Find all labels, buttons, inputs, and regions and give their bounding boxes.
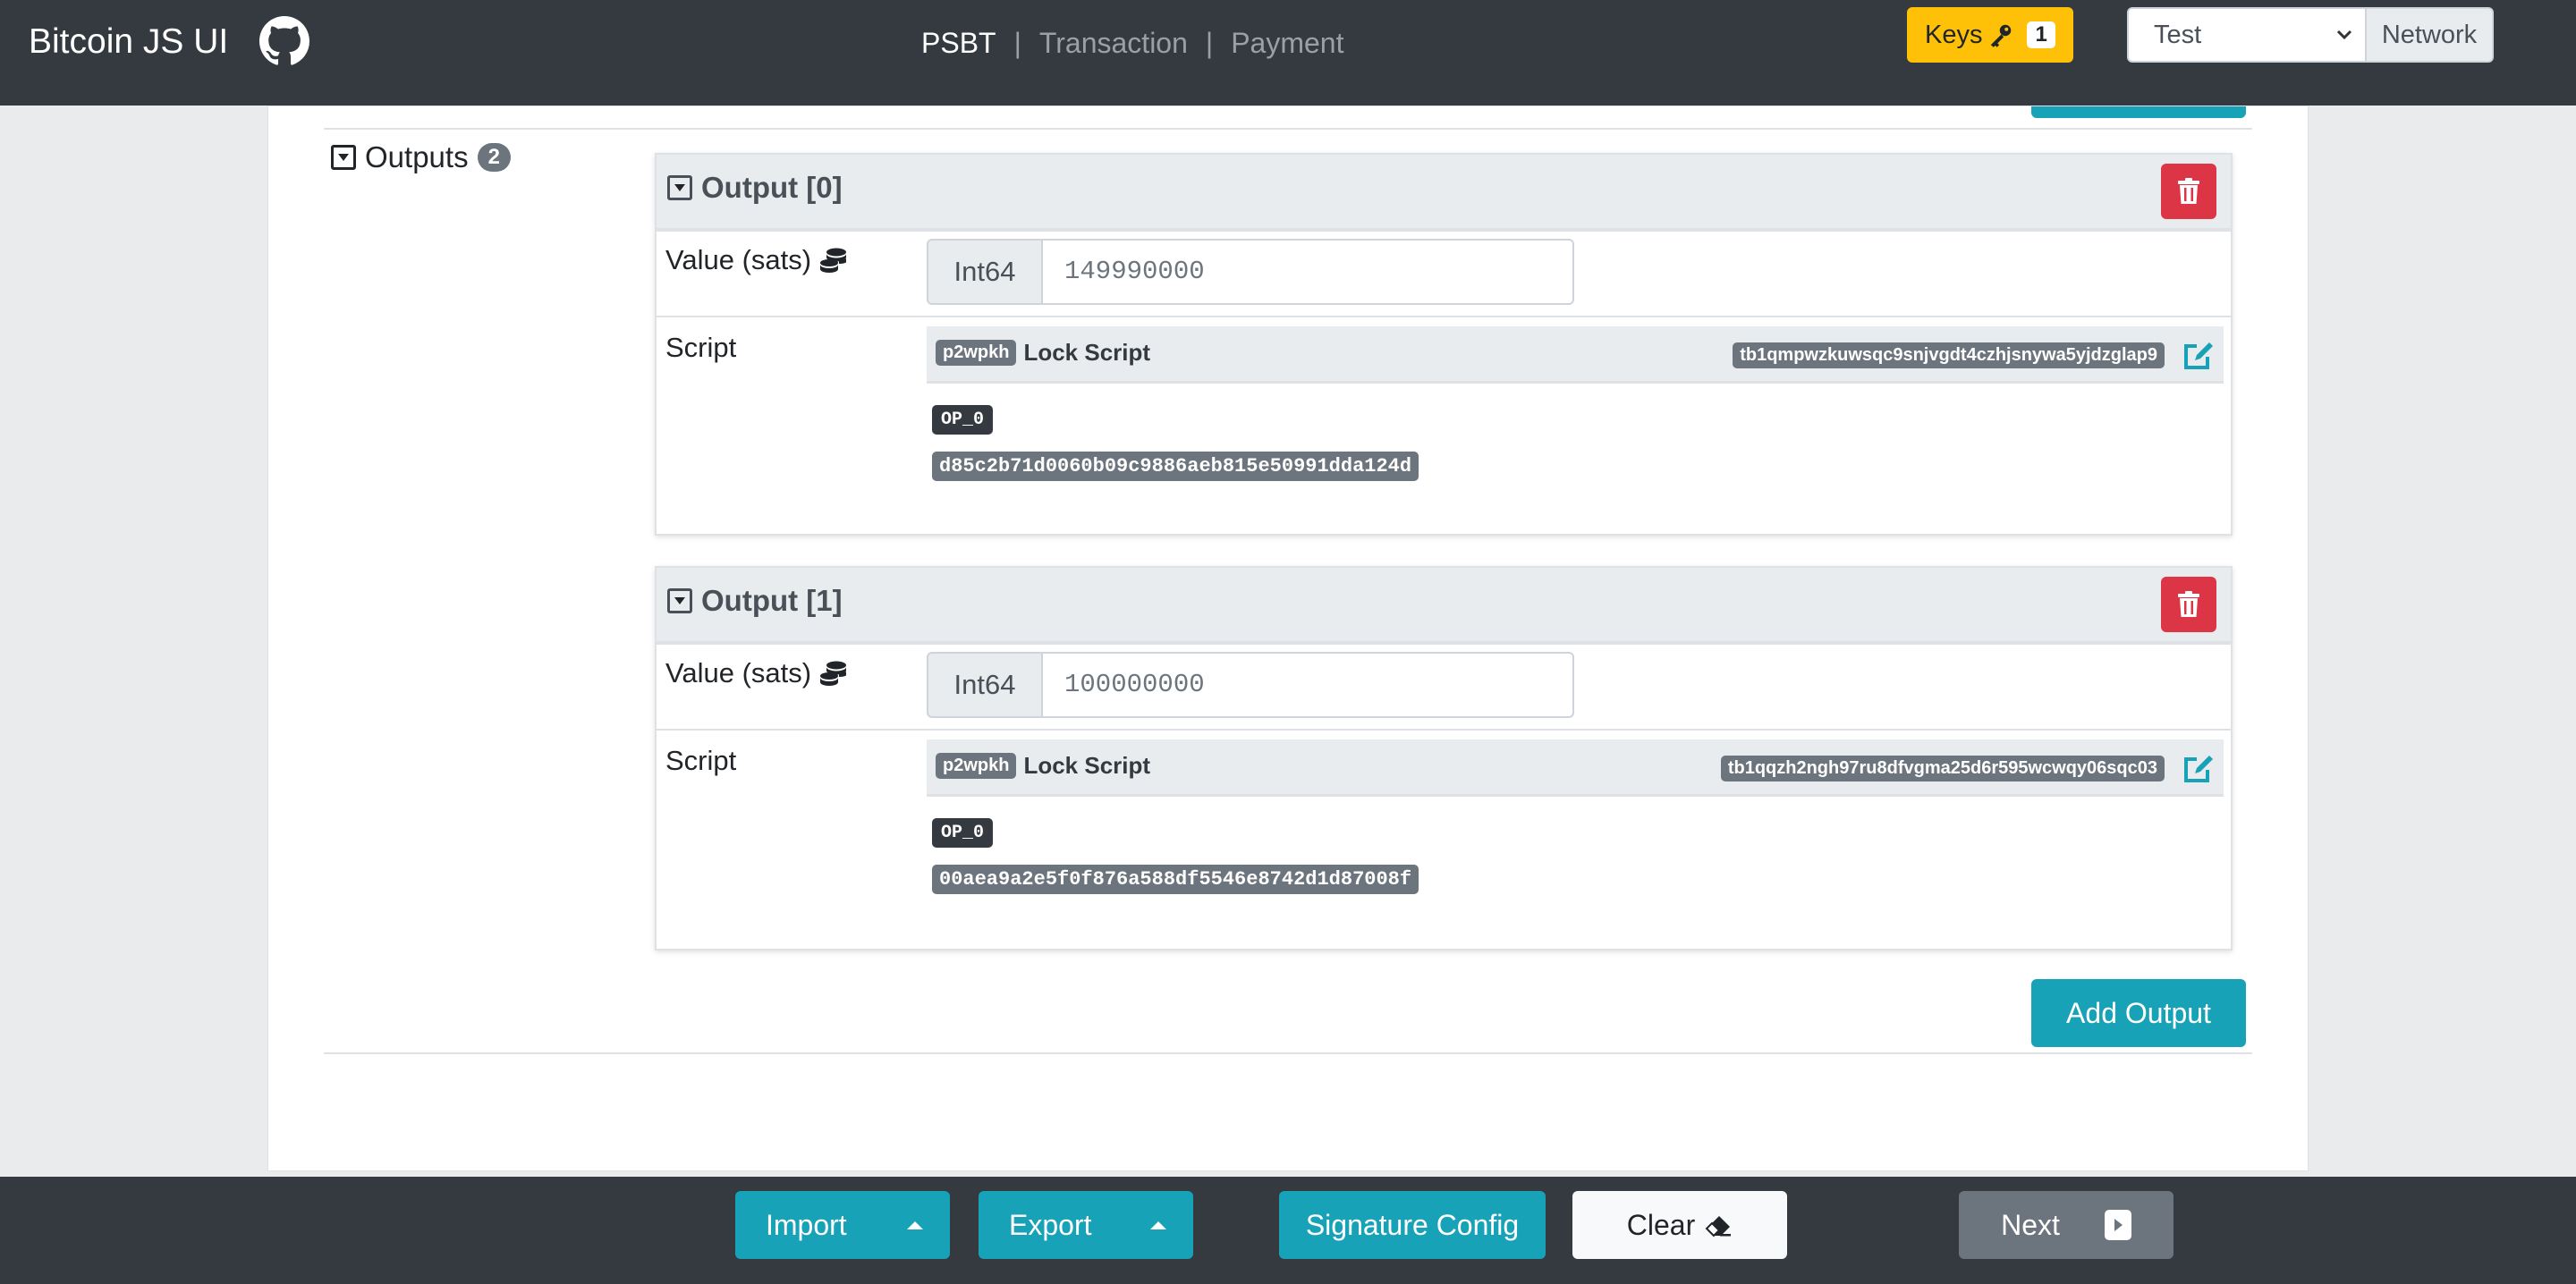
- keys-label: Keys: [1925, 20, 1983, 49]
- caret-up-icon[interactable]: [907, 1221, 923, 1229]
- lock-script-title: p2wpkh Lock Script: [936, 339, 1150, 367]
- next-icon: [2104, 1210, 2131, 1240]
- script-label: Script: [665, 745, 737, 776]
- signature-config-label: Signature Config: [1305, 1208, 1520, 1241]
- export-label: Export: [1009, 1208, 1092, 1241]
- output-header: Output [1]: [657, 568, 2231, 643]
- network-select-value: Test: [2154, 21, 2202, 49]
- network-label: Network: [2365, 7, 2494, 63]
- lock-script-label: Lock Script: [1023, 752, 1151, 779]
- chevron-down-icon: [2336, 30, 2352, 40]
- import-button[interactable]: Import: [735, 1191, 950, 1259]
- script-label: Script: [665, 332, 737, 363]
- script-hex-badge: 00aea9a2e5f0f876a588df5546e8742d1d87008f: [932, 865, 1419, 894]
- delete-output-button[interactable]: [2161, 577, 2216, 632]
- nav-payment[interactable]: Payment: [1213, 23, 1361, 63]
- import-label: Import: [766, 1208, 847, 1241]
- caret-down-square-icon: [331, 145, 356, 170]
- nav-separator: |: [1013, 27, 1021, 59]
- lock-script-label: Lock Script: [1023, 339, 1151, 366]
- caret-down-square-icon: [667, 588, 692, 613]
- value-type-prefix: Int64: [927, 652, 1043, 718]
- coins-icon: [820, 661, 847, 686]
- script-type-badge: p2wpkh: [936, 340, 1017, 366]
- export-button[interactable]: Export: [979, 1191, 1193, 1259]
- output-title: Output [0]: [701, 171, 843, 204]
- outputs-label: Outputs: [365, 140, 469, 173]
- nav-transaction[interactable]: Transaction: [1021, 23, 1206, 63]
- eraser-icon: [1705, 1216, 1732, 1238]
- address-badge: tb1qmpwzkuwsqc9snjvgdt4czhjsnywa5yjdzgla…: [1733, 342, 2165, 368]
- main-nav: PSBT | Transaction | Payment: [921, 23, 1361, 63]
- nav-separator: |: [1205, 27, 1214, 59]
- outputs-section-toggle[interactable]: Outputs 2: [331, 140, 511, 174]
- keys-count-badge: 1: [2027, 21, 2055, 48]
- delete-output-button[interactable]: [2161, 164, 2216, 219]
- output-header: Output [0]: [657, 155, 2231, 230]
- value-input[interactable]: 100000000: [1043, 652, 1574, 718]
- script-type-badge: p2wpkh: [936, 753, 1017, 779]
- edit-icon[interactable]: [2181, 750, 2216, 786]
- clear-button[interactable]: Clear: [1572, 1191, 1787, 1259]
- value-row: Value (sats) Int64 149990000: [657, 230, 2231, 316]
- partial-button-stub[interactable]: [2031, 106, 2246, 118]
- trash-icon: [2178, 591, 2199, 617]
- outputs-count-badge: 2: [477, 143, 511, 172]
- value-label: Value (sats): [665, 657, 849, 689]
- output-card: Output [0] Value (sats) Int64 149990000 …: [655, 153, 2233, 536]
- value-label-text: Value (sats): [665, 244, 812, 275]
- address-badge: tb1qqzh2ngh97ru8dfvgma25d6r595wcwqy06sqc…: [1720, 756, 2165, 781]
- edit-icon[interactable]: [2181, 337, 2216, 373]
- output-toggle[interactable]: Output [0]: [667, 171, 843, 205]
- divider: [324, 1052, 2252, 1054]
- app-title[interactable]: Bitcoin JS UI: [29, 20, 228, 64]
- next-label: Next: [2001, 1208, 2060, 1241]
- script-hex-badge: d85c2b71d0060b09c9886aeb815e50991dda124d: [932, 452, 1419, 481]
- script-row: Script p2wpkh Lock Script tb1qqzh2ngh97r…: [657, 729, 2231, 949]
- output-card: Output [1] Value (sats) Int64 100000000 …: [655, 566, 2233, 950]
- top-navbar: Bitcoin JS UI PSBT | Transaction | Payme…: [0, 0, 2576, 106]
- divider: [324, 128, 2252, 130]
- add-output-button[interactable]: Add Output: [2031, 979, 2246, 1047]
- caret-up-icon[interactable]: [1150, 1221, 1166, 1229]
- value-type-prefix: Int64: [927, 239, 1043, 305]
- opcode-badge: OP_0: [932, 818, 994, 848]
- value-label-text: Value (sats): [665, 657, 812, 688]
- value-row: Value (sats) Int64 100000000: [657, 643, 2231, 729]
- value-label: Value (sats): [665, 244, 849, 276]
- output-toggle[interactable]: Output [1]: [667, 584, 843, 618]
- network-select[interactable]: Test: [2127, 7, 2367, 63]
- caret-down-square-icon: [667, 175, 692, 200]
- next-button[interactable]: Next: [1959, 1191, 2174, 1259]
- lock-script-header: p2wpkh Lock Script tb1qqzh2ngh97ru8dfvgm…: [927, 739, 2224, 797]
- github-icon[interactable]: [259, 16, 309, 66]
- value-input-group: Int64 149990000: [927, 239, 1574, 305]
- script-row: Script p2wpkh Lock Script tb1qmpwzkuwsqc…: [657, 316, 2231, 534]
- value-input[interactable]: 149990000: [1043, 239, 1574, 305]
- nav-psbt[interactable]: PSBT: [921, 23, 1014, 63]
- output-title: Output [1]: [701, 584, 843, 617]
- lock-script-title: p2wpkh Lock Script: [936, 752, 1150, 780]
- signature-config-button[interactable]: Signature Config: [1279, 1191, 1546, 1259]
- opcode-badge: OP_0: [932, 405, 994, 435]
- coins-icon: [820, 248, 847, 273]
- psbt-card: Outputs 2 Output [0] Value (sats) Int64 …: [267, 106, 2309, 1171]
- key-icon: [1991, 24, 2012, 47]
- trash-icon: [2178, 178, 2199, 204]
- clear-label: Clear: [1626, 1208, 1696, 1241]
- value-input-group: Int64 100000000: [927, 652, 1574, 718]
- bottom-toolbar: Import Export Signature Config Clear Nex…: [0, 1177, 2576, 1284]
- lock-script-header: p2wpkh Lock Script tb1qmpwzkuwsqc9snjvgd…: [927, 326, 2224, 384]
- keys-button[interactable]: Keys 1: [1907, 7, 2073, 63]
